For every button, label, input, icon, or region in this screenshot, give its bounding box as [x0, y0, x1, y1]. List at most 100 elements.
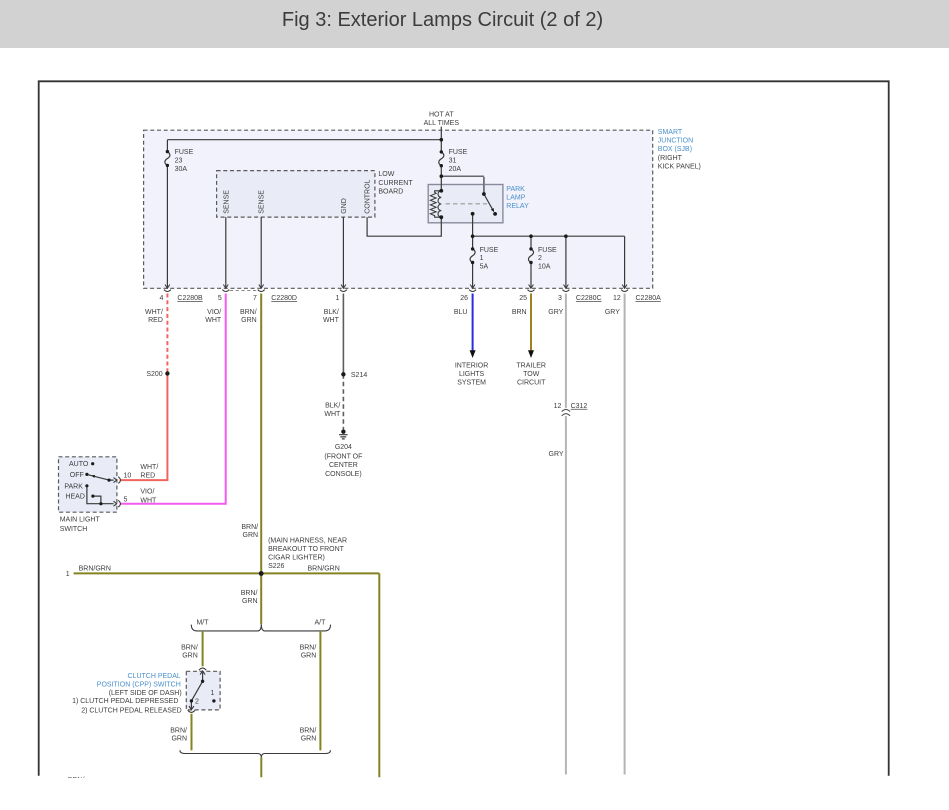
svg-text:BRN/: BRN/: [241, 590, 258, 597]
svg-text:2: 2: [195, 699, 199, 706]
svg-text:VIO/: VIO/: [207, 309, 221, 316]
svg-text:RED: RED: [148, 317, 163, 324]
svg-text:BRN/: BRN/: [241, 524, 258, 531]
svg-text:BRN/: BRN/: [170, 727, 187, 734]
svg-text:(FRONT OF: (FRONT OF: [324, 453, 362, 460]
svg-text:10A: 10A: [538, 264, 551, 271]
svg-text:JUNCTION: JUNCTION: [658, 138, 693, 145]
svg-text:WHT/: WHT/: [145, 309, 163, 316]
svg-text:WHT: WHT: [140, 498, 157, 505]
svg-text:(RIGHT: (RIGHT: [658, 155, 683, 162]
svg-text:C2280B: C2280B: [177, 295, 203, 302]
svg-text:10: 10: [124, 472, 132, 479]
svg-text:20A: 20A: [449, 166, 462, 173]
svg-text:BRN/: BRN/: [181, 644, 198, 651]
svg-text:WHT: WHT: [205, 317, 222, 324]
svg-text:1: 1: [66, 571, 70, 578]
svg-text:2: 2: [538, 255, 542, 262]
svg-text:S200: S200: [146, 371, 162, 378]
svg-text:GND: GND: [341, 198, 348, 214]
svg-text:BRN/GRN: BRN/GRN: [308, 566, 340, 573]
svg-text:AUTO: AUTO: [69, 461, 89, 468]
svg-text:(LEFT SIDE OF DASH): (LEFT SIDE OF DASH): [109, 690, 182, 697]
svg-text:BRN/GRN: BRN/GRN: [79, 566, 111, 573]
svg-text:PARK: PARK: [506, 186, 525, 193]
svg-text:RED: RED: [140, 473, 155, 480]
svg-text:FUSE: FUSE: [538, 247, 557, 254]
svg-text:1) CLUTCH PEDAL DEPRESSED: 1) CLUTCH PEDAL DEPRESSED: [72, 698, 178, 705]
svg-text:31: 31: [449, 158, 457, 165]
svg-text:SENSE: SENSE: [223, 190, 230, 214]
svg-text:TRAILER: TRAILER: [516, 362, 546, 369]
svg-text:3: 3: [558, 295, 562, 302]
svg-text:26: 26: [460, 295, 468, 302]
svg-text:BRN/: BRN/: [68, 777, 85, 784]
svg-text:POSITION (CPP) SWITCH: POSITION (CPP) SWITCH: [97, 681, 181, 688]
svg-text:GRY: GRY: [549, 451, 564, 458]
svg-text:BRN/: BRN/: [240, 309, 257, 316]
svg-text:TOW: TOW: [523, 371, 540, 378]
svg-text:C2280C: C2280C: [576, 295, 602, 302]
svg-text:1: 1: [335, 295, 339, 302]
svg-text:12: 12: [554, 403, 562, 410]
svg-text:S226: S226: [268, 563, 284, 570]
svg-text:7: 7: [253, 295, 257, 302]
svg-text:LAMP: LAMP: [506, 195, 525, 202]
svg-text:BRN/: BRN/: [300, 727, 317, 734]
svg-text:C2280D: C2280D: [271, 295, 297, 302]
svg-text:23: 23: [175, 158, 183, 165]
svg-text:1: 1: [480, 255, 484, 262]
svg-text:30A: 30A: [175, 166, 188, 173]
svg-text:BOX (SJB): BOX (SJB): [658, 146, 692, 153]
svg-text:C2280A: C2280A: [636, 295, 662, 302]
svg-text:LOW: LOW: [378, 171, 394, 178]
svg-text:FUSE: FUSE: [449, 149, 468, 156]
svg-text:A/T: A/T: [314, 620, 326, 627]
svg-text:WHT/: WHT/: [140, 464, 158, 471]
svg-text:LIGHTS: LIGHTS: [459, 371, 485, 378]
svg-text:GRN: GRN: [182, 652, 198, 659]
svg-text:C312: C312: [571, 403, 588, 410]
svg-text:GRY: GRY: [605, 309, 620, 316]
svg-text:PARK: PARK: [64, 483, 83, 490]
svg-text:BRN/: BRN/: [300, 644, 317, 651]
svg-text:SENSE: SENSE: [259, 190, 266, 214]
svg-text:HOT AT: HOT AT: [429, 112, 454, 119]
svg-text:BLU: BLU: [454, 309, 468, 316]
svg-text:S214: S214: [351, 372, 367, 379]
svg-text:25: 25: [519, 295, 527, 302]
svg-text:BRN: BRN: [512, 309, 527, 316]
svg-text:1: 1: [210, 690, 214, 697]
svg-text:CONTROL: CONTROL: [365, 179, 372, 213]
svg-text:GRN: GRN: [243, 532, 259, 539]
svg-text:MAIN LIGHT: MAIN LIGHT: [60, 516, 101, 523]
svg-text:G204: G204: [335, 444, 352, 451]
svg-text:GRN: GRN: [171, 735, 187, 742]
svg-text:GRN: GRN: [241, 317, 257, 324]
svg-text:BOARD: BOARD: [378, 189, 403, 196]
svg-text:4: 4: [159, 295, 163, 302]
svg-text:GRY: GRY: [548, 309, 563, 316]
svg-text:SMART: SMART: [658, 129, 683, 136]
svg-text:BLK/: BLK/: [324, 309, 339, 316]
svg-text:SYSTEM: SYSTEM: [457, 380, 486, 387]
svg-text:GRN: GRN: [301, 652, 317, 659]
svg-text:KICK PANEL): KICK PANEL): [658, 164, 701, 171]
svg-text:CONSOLE): CONSOLE): [325, 471, 362, 478]
svg-text:HEAD: HEAD: [65, 494, 84, 501]
svg-text:GRN: GRN: [301, 735, 317, 742]
svg-text:5A: 5A: [480, 264, 489, 271]
svg-text:5: 5: [124, 497, 128, 504]
svg-text:INTERIOR: INTERIOR: [455, 362, 488, 369]
svg-text:CIGAR LIGHTER): CIGAR LIGHTER): [268, 555, 325, 562]
svg-text:CIRCUIT: CIRCUIT: [517, 380, 546, 387]
svg-text:FUSE: FUSE: [480, 247, 499, 254]
svg-text:M/T: M/T: [196, 620, 209, 627]
svg-text:GRN: GRN: [242, 598, 258, 605]
svg-text:ALL TIMES: ALL TIMES: [424, 120, 460, 127]
svg-text:CLUTCH PEDAL: CLUTCH PEDAL: [128, 673, 181, 680]
svg-text:(MAIN HARNESS, NEAR: (MAIN HARNESS, NEAR: [268, 537, 347, 544]
svg-text:WHT: WHT: [324, 411, 341, 418]
svg-text:CURRENT: CURRENT: [378, 180, 413, 187]
svg-text:WHT: WHT: [323, 317, 340, 324]
